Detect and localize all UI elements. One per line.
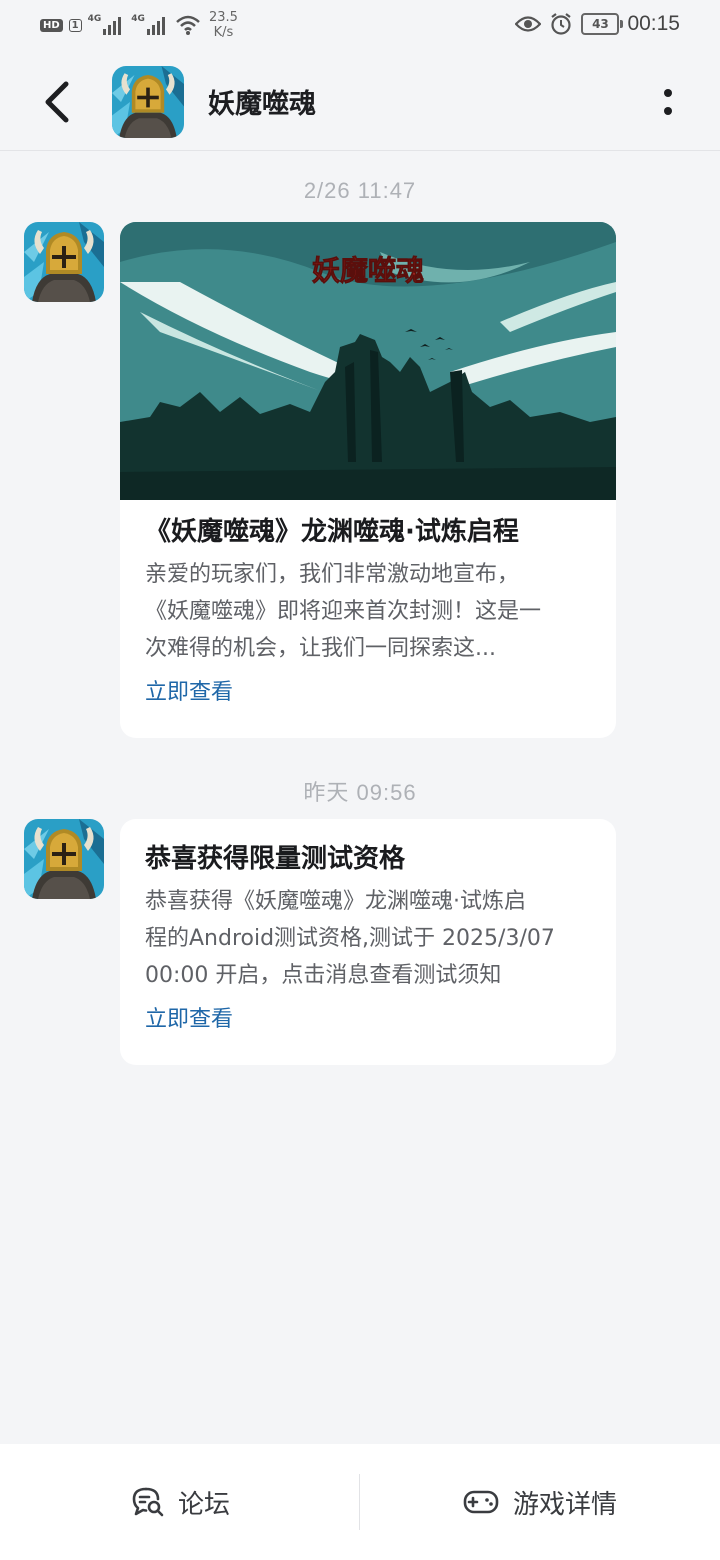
card-text: 恭喜获得《妖魔噬魂》龙渊噬魂·试炼启 程的Android测试资格,测试于 202… bbox=[145, 883, 591, 994]
card-title: 恭喜获得限量测试资格 bbox=[145, 844, 406, 874]
speed-unit: K/s bbox=[213, 25, 234, 40]
card-title: 《妖魔噬魂》龙渊噬魂·试炼启程 bbox=[145, 517, 519, 547]
eye-icon bbox=[515, 16, 542, 32]
more-vertical-icon bbox=[664, 89, 672, 115]
game-detail-tab[interactable]: 游戏详情 bbox=[360, 1444, 720, 1560]
network-type-1: 4G bbox=[87, 14, 102, 24]
bottom-action-bar: 论坛 游戏详情 bbox=[0, 1444, 720, 1560]
forum-tab[interactable]: 论坛 bbox=[0, 1444, 360, 1560]
status-left: HD 1 4G 4G 23.5 K/s bbox=[40, 10, 238, 40]
wifi-icon bbox=[176, 15, 200, 35]
forum-label: 论坛 bbox=[177, 1489, 230, 1520]
news-card[interactable]: 妖魔噬魂 《妖魔噬魂》龙渊噬魂·试炼启程 亲爱的玩家们，我们非常激动地宣布， 《… bbox=[120, 222, 616, 738]
alarm-icon bbox=[551, 13, 572, 35]
card-text-line: 次难得的机会，让我们一同探索这... bbox=[145, 636, 496, 661]
message-timestamp: 昨天 09:56 bbox=[303, 780, 417, 805]
card-text-line: 程的Android测试资格,测试于 2025/3/07 bbox=[145, 926, 555, 951]
chat-header: 妖魔噬魂 bbox=[0, 54, 720, 151]
chat-search-icon bbox=[132, 1487, 164, 1517]
signal-icon bbox=[103, 17, 122, 35]
view-now-link[interactable]: 立即查看 bbox=[145, 678, 591, 708]
network-type-2: 4G bbox=[131, 14, 145, 24]
card-banner-image: 妖魔噬魂 bbox=[120, 222, 616, 500]
card-text-line: 《妖魔噬魂》即将迎来首次封测！这是一 bbox=[145, 599, 542, 624]
back-button[interactable] bbox=[36, 76, 84, 128]
sim-number: 1 bbox=[68, 18, 82, 32]
card-body: 恭喜获得限量测试资格 恭喜获得《妖魔噬魂》龙渊噬魂·试炼启 程的Android测… bbox=[120, 841, 616, 1035]
game-detail-label: 游戏详情 bbox=[512, 1489, 617, 1520]
message-sender-avatar[interactable] bbox=[24, 222, 104, 302]
header-game-avatar[interactable] bbox=[112, 66, 184, 138]
chevron-left-icon bbox=[45, 81, 69, 123]
card-text: 亲爱的玩家们，我们非常激动地宣布， 《妖魔噬魂》即将迎来首次封测！这是一 次难得… bbox=[145, 556, 591, 667]
status-bar: HD 1 4G 4G 23.5 K/s 43 00:15 bbox=[0, 0, 720, 54]
gamepad-icon bbox=[463, 1490, 499, 1514]
card-text-line: 恭喜获得《妖魔噬魂》龙渊噬魂·试炼启 bbox=[145, 889, 526, 914]
more-button[interactable] bbox=[656, 84, 680, 120]
status-right: 43 00:15 bbox=[515, 12, 680, 36]
banner-logo-text: 妖魔噬魂 bbox=[312, 254, 424, 287]
card-text-line: 亲爱的玩家们，我们非常激动地宣布， bbox=[145, 562, 520, 587]
message-timestamp: 2/26 11:47 bbox=[303, 178, 417, 203]
news-card[interactable]: 恭喜获得限量测试资格 恭喜获得《妖魔噬魂》龙渊噬魂·试炼启 程的Android测… bbox=[120, 819, 616, 1065]
battery-indicator: 43 bbox=[581, 13, 624, 35]
signal-icon bbox=[146, 17, 165, 35]
status-time: 00:15 bbox=[627, 12, 680, 35]
view-now-link[interactable]: 立即查看 bbox=[145, 1005, 591, 1035]
card-text-line: 00:00 开启，点击消息查看测试须知 bbox=[145, 963, 502, 988]
network-speed: 23.5 K/s bbox=[209, 10, 238, 40]
card-body: 《妖魔噬魂》龙渊噬魂·试炼启程 亲爱的玩家们，我们非常激动地宣布， 《妖魔噬魂》… bbox=[120, 514, 616, 708]
speed-value: 23.5 bbox=[208, 10, 238, 25]
hd-badge: HD bbox=[40, 18, 63, 32]
message-sender-avatar[interactable] bbox=[24, 819, 104, 899]
page-title: 妖魔噬魂 bbox=[208, 89, 316, 120]
